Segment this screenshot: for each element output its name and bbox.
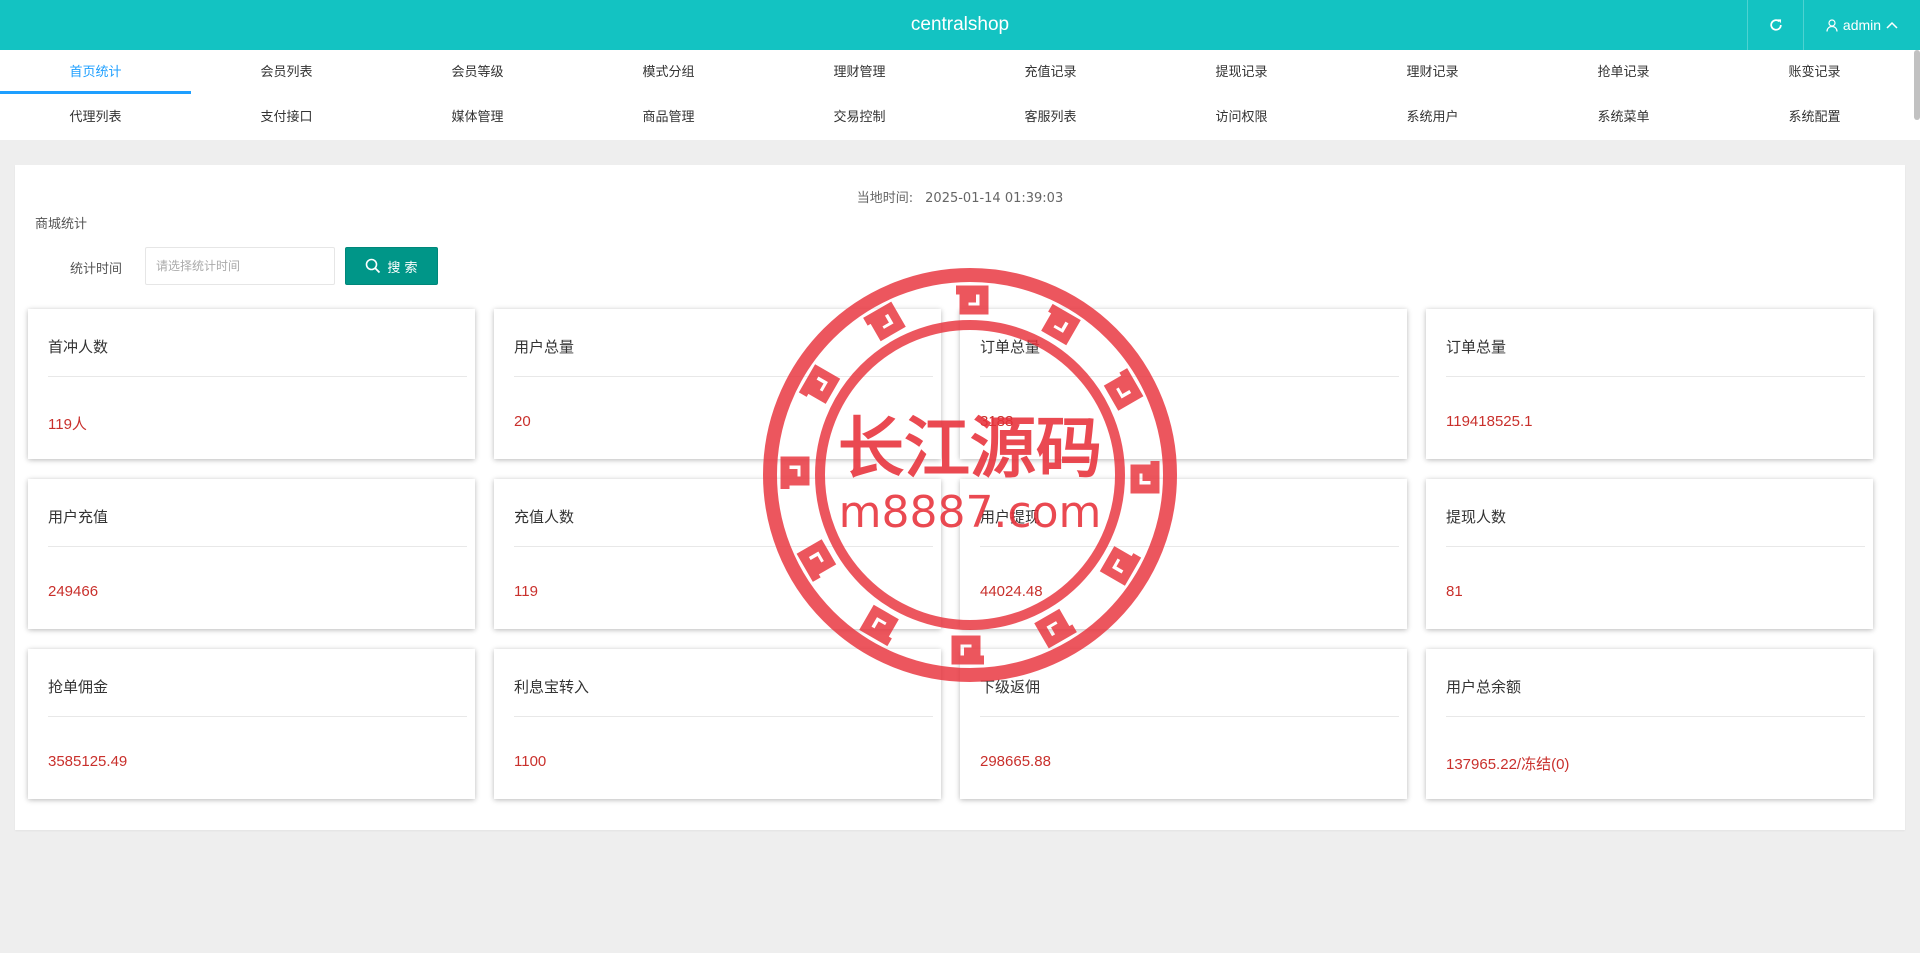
stat-card-title: 用户提现	[980, 508, 1041, 526]
user-name: admin	[1842, 17, 1882, 33]
stat-card: 用户总量 20	[494, 309, 941, 459]
nav-item-2-3[interactable]: 媒体管理	[382, 95, 573, 140]
stat-card-title: 用户总量	[514, 338, 575, 356]
stat-card-title: 抢单佣金	[48, 678, 109, 696]
stat-card: 充值人数 119	[494, 479, 941, 629]
stat-card-divider	[980, 546, 1399, 547]
nav-item-2-8[interactable]: 系统用户	[1337, 95, 1528, 140]
stat-card-title: 利息宝转入	[514, 678, 590, 696]
stat-card: 利息宝转入 1100	[494, 649, 941, 799]
stat-card-value: 20	[514, 413, 531, 430]
nav-item-2-10[interactable]: 系统配置	[1719, 95, 1910, 140]
nav-item-2-4[interactable]: 商品管理	[573, 95, 764, 140]
top-navigation: 首页统计 会员列表 会员等级 模式分组 理财管理 充值记录 提现记录 理财记录 抢单记录 账变记录…	[0, 50, 1920, 140]
stat-card-divider	[514, 376, 933, 377]
stat-time-label: 统计时间	[70, 262, 123, 277]
nav-item-2-6[interactable]: 客服列表	[955, 95, 1146, 140]
stat-card: 首冲人数 119人	[28, 309, 475, 459]
local-time: 当地时间: 2025-01-14 01:39:03	[15, 187, 1905, 206]
stat-card-title: 充值人数	[514, 508, 575, 526]
section-title: 商城统计	[35, 217, 88, 232]
stat-card-title: 订单总量	[980, 338, 1041, 356]
stat-card: 抢单佣金 3585125.49	[28, 649, 475, 799]
stat-card-value: 119418525.1	[1446, 413, 1533, 430]
search-button[interactable]: 搜 索	[345, 247, 438, 285]
stat-card-divider	[1446, 376, 1865, 377]
stat-card-value: 119人	[48, 416, 87, 433]
stat-card: 订单总量 119418525.1	[1426, 309, 1873, 459]
nav-item-1-6[interactable]: 充值记录	[955, 50, 1146, 95]
nav-item-1-7[interactable]: 提现记录	[1146, 50, 1337, 95]
stat-card: 用户总余额 137965.22/冻结(0)	[1426, 649, 1873, 799]
nav-item-2-5[interactable]: 交易控制	[764, 95, 955, 140]
stat-card-value: 3188	[980, 413, 1014, 430]
stat-card: 用户充值 249466	[28, 479, 475, 629]
nav-item-1-4[interactable]: 模式分组	[573, 50, 764, 95]
nav-item-1-5[interactable]: 理财管理	[764, 50, 955, 95]
stat-card-divider	[514, 546, 933, 547]
user-menu[interactable]: admin	[1803, 0, 1920, 50]
stat-card-divider	[980, 376, 1399, 377]
user-icon	[1826, 18, 1838, 32]
stat-card-title: 提现人数	[1446, 508, 1507, 526]
stat-card: 订单总量 3188	[960, 309, 1407, 459]
nav-item-1-8[interactable]: 理财记录	[1337, 50, 1528, 95]
top-header: centralshop admin	[0, 0, 1920, 50]
refresh-icon	[1769, 19, 1782, 31]
nav-item-1-1[interactable]: 首页统计	[0, 50, 191, 95]
nav-item-1-3[interactable]: 会员等级	[382, 50, 573, 95]
stat-card-value: 44024.48	[980, 583, 1043, 600]
stat-card-divider	[1446, 716, 1865, 717]
refresh-button[interactable]	[1747, 0, 1803, 50]
nav-item-1-2[interactable]: 会员列表	[191, 50, 382, 95]
stat-card-divider	[48, 376, 467, 377]
stat-card-title: 用户总余额	[1446, 678, 1522, 696]
stat-card-value: 119	[514, 583, 538, 600]
stat-card: 用户提现 44024.48	[960, 479, 1407, 629]
stat-card-divider	[48, 546, 467, 547]
stat-card-value: 137965.22/冻结(0)	[1446, 756, 1570, 773]
nav-item-1-10[interactable]: 账变记录	[1719, 50, 1910, 95]
stat-card-divider	[514, 716, 933, 717]
nav-row-2: 代理列表 支付接口 媒体管理 商品管理 交易控制 客服列表 访问权限 系统用户 系统菜单 系统配置	[0, 95, 1910, 140]
stat-time-input[interactable]	[145, 247, 335, 285]
page-scrollbar[interactable]	[1914, 50, 1920, 120]
stat-card-value: 249466	[48, 583, 99, 600]
stat-card-title: 用户充值	[48, 508, 109, 526]
local-time-value: 2025-01-14 01:39:03	[925, 191, 1064, 206]
stat-card-title: 下级返佣	[980, 678, 1041, 696]
nav-item-2-1[interactable]: 代理列表	[0, 95, 191, 140]
chevron-up-icon	[1886, 21, 1898, 29]
stat-card-divider	[48, 716, 467, 717]
stat-card-divider	[1446, 546, 1865, 547]
stat-card: 提现人数 81	[1426, 479, 1873, 629]
stat-card-value: 3585125.49	[48, 753, 128, 770]
stat-card-value: 1100	[514, 753, 547, 770]
stat-card-divider	[980, 716, 1399, 717]
stat-card-title: 首冲人数	[48, 338, 109, 356]
nav-item-1-9[interactable]: 抢单记录	[1528, 50, 1719, 95]
local-time-label: 当地时间:	[856, 191, 914, 206]
nav-row-1: 首页统计 会员列表 会员等级 模式分组 理财管理 充值记录 提现记录 理财记录 抢单记录 账变记录	[0, 50, 1910, 95]
stat-card-value: 81	[1446, 583, 1463, 600]
app-title: centralshop	[910, 14, 1010, 35]
stat-card-value: 298665.88	[980, 753, 1051, 770]
nav-item-2-2[interactable]: 支付接口	[191, 95, 382, 140]
stat-card-title: 订单总量	[1446, 338, 1507, 356]
nav-item-2-7[interactable]: 访问权限	[1146, 95, 1337, 140]
stat-card: 下级返佣 298665.88	[960, 649, 1407, 799]
nav-item-2-9[interactable]: 系统菜单	[1528, 95, 1719, 140]
search-icon	[366, 258, 381, 274]
search-button-label: 搜 索	[387, 260, 418, 276]
